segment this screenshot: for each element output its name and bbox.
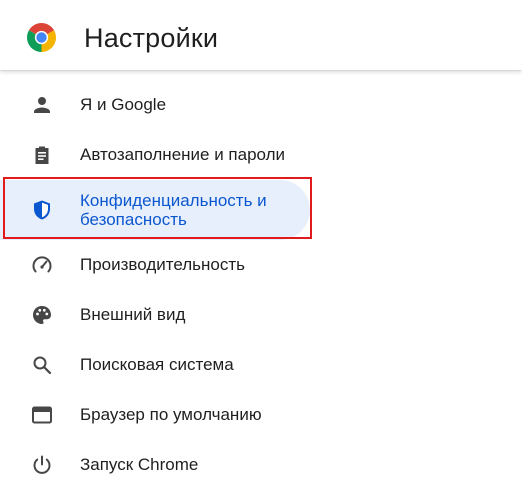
settings-header: Настройки xyxy=(0,0,522,70)
clipboard-icon xyxy=(35,146,49,164)
sidebar-item-label: Поисковая система xyxy=(80,355,234,374)
sidebar-item-default-browser[interactable]: Браузер по умолчанию xyxy=(0,390,310,440)
sidebar-item-label: Я и Google xyxy=(80,95,167,114)
shield-icon xyxy=(34,200,50,220)
person-icon xyxy=(34,97,50,113)
search-icon xyxy=(33,356,52,375)
sidebar-item-label: Внешний вид xyxy=(80,305,186,324)
palette-icon xyxy=(33,306,51,324)
sidebar-item-search-engine[interactable]: Поисковая система xyxy=(0,340,310,390)
sidebar-item-privacy-security[interactable]: Конфиденциальность и безопасность xyxy=(0,180,310,240)
sidebar-item-you-and-google[interactable]: Я и Google xyxy=(0,80,310,130)
browser-window-icon xyxy=(32,406,52,424)
sidebar-item-label: Запуск Chrome xyxy=(80,455,199,474)
sidebar-item-label: Браузер по умолчанию xyxy=(80,405,262,424)
page-title: Настройки xyxy=(84,23,219,53)
sidebar-item-on-startup[interactable]: Запуск Chrome xyxy=(0,440,310,490)
sidebar-item-performance[interactable]: Производительность xyxy=(0,240,310,290)
sidebar-item-label: Производительность xyxy=(80,255,246,274)
sidebar-item-appearance[interactable]: Внешний вид xyxy=(0,290,310,340)
sidebar-item-label: Автозаполнение и пароли xyxy=(80,145,286,164)
sidebar-item-autofill[interactable]: Автозаполнение и пароли xyxy=(0,130,310,180)
speedometer-icon xyxy=(32,256,52,273)
power-icon xyxy=(33,455,51,474)
chrome-logo-icon[interactable] xyxy=(27,23,56,52)
sidebar-item-label: Конфиденциальность и безопасность xyxy=(80,191,267,229)
